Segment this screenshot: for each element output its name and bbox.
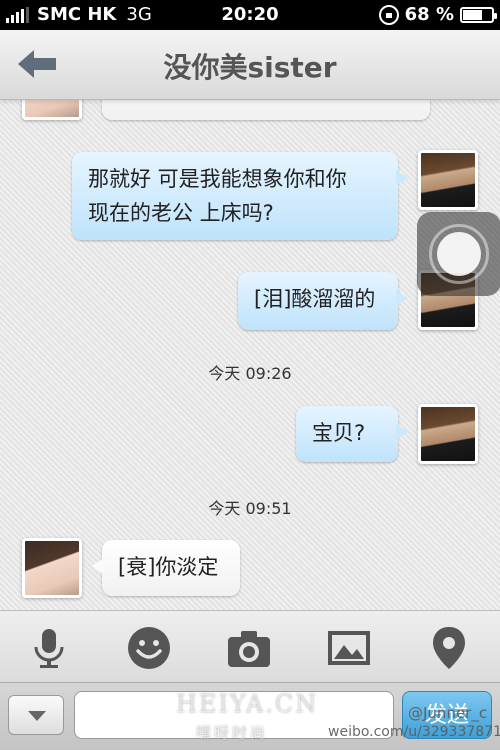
- rotation-lock-icon: [378, 4, 399, 25]
- message-text: 宝贝?: [312, 421, 366, 445]
- message-timestamp: 今天 09:26: [208, 364, 292, 383]
- conversation-title: 没你美sister: [163, 51, 337, 84]
- emoji-icon[interactable]: [126, 625, 172, 671]
- location-icon[interactable]: [426, 625, 472, 671]
- media-toolbar: [0, 610, 500, 682]
- contact-avatar[interactable]: [22, 100, 82, 120]
- battery-percent: 68 %: [404, 4, 454, 25]
- contact-avatar[interactable]: [22, 538, 82, 598]
- chevron-down-icon[interactable]: [8, 695, 64, 735]
- navigation-bar: 没你美sister: [0, 30, 500, 100]
- status-bar: SMC HK 3G 20:20 68 %: [0, 0, 500, 30]
- message-text: 现在的老公 上床吗?: [88, 201, 274, 225]
- battery-icon: [460, 6, 497, 23]
- site-watermark: HEIYA.CN: [176, 690, 319, 718]
- user-avatar[interactable]: [418, 404, 478, 464]
- camera-icon[interactable]: [226, 625, 272, 671]
- assistive-touch-button[interactable]: [417, 212, 500, 296]
- weibo-handle-watermark: @Junner_c: [408, 704, 488, 722]
- user-avatar[interactable]: [418, 150, 478, 210]
- microphone-icon[interactable]: [26, 625, 72, 671]
- message-text: 那就好 可是我能想象你和你: [88, 167, 347, 191]
- message-text: [泪]酸溜溜的: [254, 287, 376, 311]
- weibo-url-watermark: weibo.com/u/3293378714: [328, 724, 500, 740]
- message-bubble-incoming[interactable]: [102, 100, 430, 120]
- message-bubble-incoming[interactable]: [衰]你淡定: [92, 540, 240, 596]
- chat-area[interactable]: 那就好 可是我能想象你和你 现在的老公 上床吗? [泪]酸溜溜的 今天 09:2…: [0, 100, 500, 610]
- site-watermark-cn: 嘿呀时尚: [196, 724, 269, 742]
- message-bubble-outgoing[interactable]: [泪]酸溜溜的: [238, 272, 408, 330]
- message-timestamp: 今天 09:51: [208, 499, 292, 518]
- message-bubble-outgoing[interactable]: 那就好 可是我能想象你和你 现在的老公 上床吗?: [72, 152, 408, 240]
- message-bubble-outgoing[interactable]: 宝贝?: [296, 406, 408, 462]
- image-icon[interactable]: [326, 625, 372, 671]
- message-text: [衰]你淡定: [118, 555, 219, 579]
- assistive-touch-icon: [437, 232, 481, 276]
